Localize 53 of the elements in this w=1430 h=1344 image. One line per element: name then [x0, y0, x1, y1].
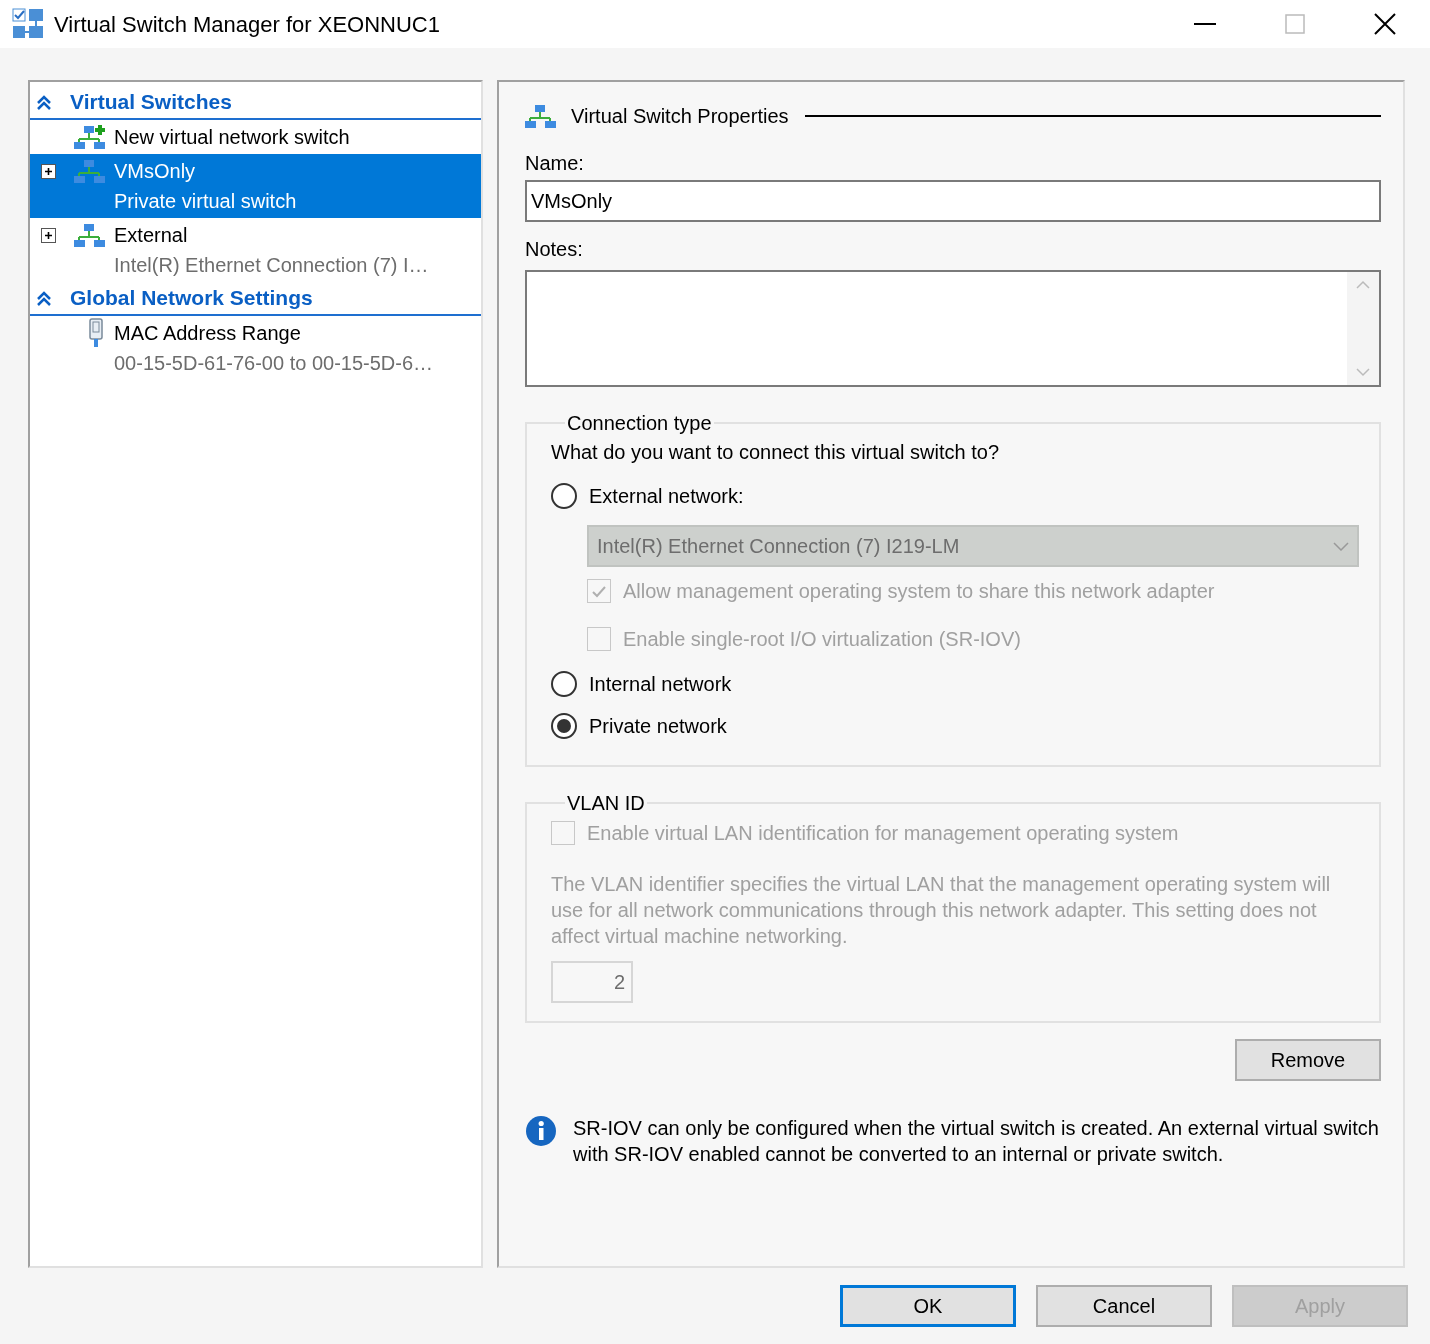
name-field[interactable]: VMsOnly [525, 180, 1381, 222]
tree-item[interactable]: External Intel(R) Ethernet Connection (7) I… [30, 218, 481, 282]
item-detail: Intel(R) Ethernet Connection (7) I… [113, 253, 430, 278]
window-title: Virtual Switch Manager for XEONNUC1 [54, 10, 440, 39]
item-label: New virtual network switch [114, 125, 350, 150]
checkbox-label: Enable virtual LAN identification for management operating system [587, 821, 1179, 846]
collapse-icon [36, 93, 52, 111]
collapse-icon [36, 289, 52, 307]
item-detail: 00-15-5D-61-76-00 to 00-15-5D-6… [113, 351, 435, 376]
item-label: MAC Address Range [114, 321, 301, 346]
section-title[interactable]: Global Network Settings [70, 282, 313, 314]
group-title: VLAN ID [566, 791, 646, 815]
close-icon [1374, 13, 1396, 35]
radio-label: Private network [589, 714, 727, 739]
item-label: VMsOnly [114, 159, 196, 184]
checkbox-label: Enable single-root I/O virtualization (SR-IOV) [623, 627, 1021, 652]
network-icon [525, 104, 557, 128]
tree-item[interactable]: MAC Address Range 00-15-5D-61-76-00 to 00-15-5D-6… [30, 316, 481, 380]
caret-icon [1333, 541, 1349, 551]
scroll-up-icon [1356, 280, 1370, 290]
maximize-icon [1285, 14, 1305, 34]
section-title[interactable]: Virtual Switches [70, 86, 232, 118]
description-text: The VLAN identifier specifies the virtual LAN that the management operating system will use for all network communications through this network adapter. This setting does not affect virtual machine networking. [551, 872, 1332, 949]
field-label: Notes: [525, 237, 584, 262]
section-heading: Virtual Switch Properties [571, 104, 789, 129]
network-port-icon [86, 318, 106, 348]
tree-item[interactable]: New virtual network switch [30, 120, 481, 154]
radio-button[interactable] [551, 671, 577, 697]
prompt-text: What do you want to connect this virtual switch to? [551, 440, 1000, 465]
dialog-button[interactable]: OK [840, 1285, 1016, 1327]
expand-icon [40, 163, 56, 179]
notes-field[interactable] [525, 270, 1381, 387]
scroll-down-icon [1356, 367, 1370, 377]
radio-label: External network: [589, 484, 744, 509]
checkbox-label: Allow management operating system to share this network adapter [623, 579, 1215, 604]
group-title: Connection type [566, 411, 713, 435]
radio-label: Internal network [589, 672, 732, 697]
network-icon [74, 223, 106, 247]
radio-button[interactable] [551, 713, 577, 739]
info-icon [525, 1115, 557, 1147]
field-label: Name: [525, 151, 585, 176]
item-label: External [114, 223, 188, 248]
network-icon [74, 159, 106, 183]
add-network-icon [74, 125, 106, 149]
expand-icon [40, 227, 56, 243]
item-detail: Private virtual switch [113, 189, 298, 214]
dialog-button[interactable]: Cancel [1036, 1285, 1212, 1327]
remove-button[interactable]: Remove [1235, 1039, 1381, 1081]
info-text: SR-IOV can only be configured when the virtual switch is created. An external virtual switch with SR-IOV enabled cannot be converted to an internal or private switch. [573, 1116, 1380, 1167]
minimize-icon [1194, 23, 1216, 25]
radio-button[interactable] [551, 483, 577, 509]
app-icon [12, 8, 44, 40]
tree-item[interactable]: VMsOnly Private virtual switch [30, 154, 481, 218]
